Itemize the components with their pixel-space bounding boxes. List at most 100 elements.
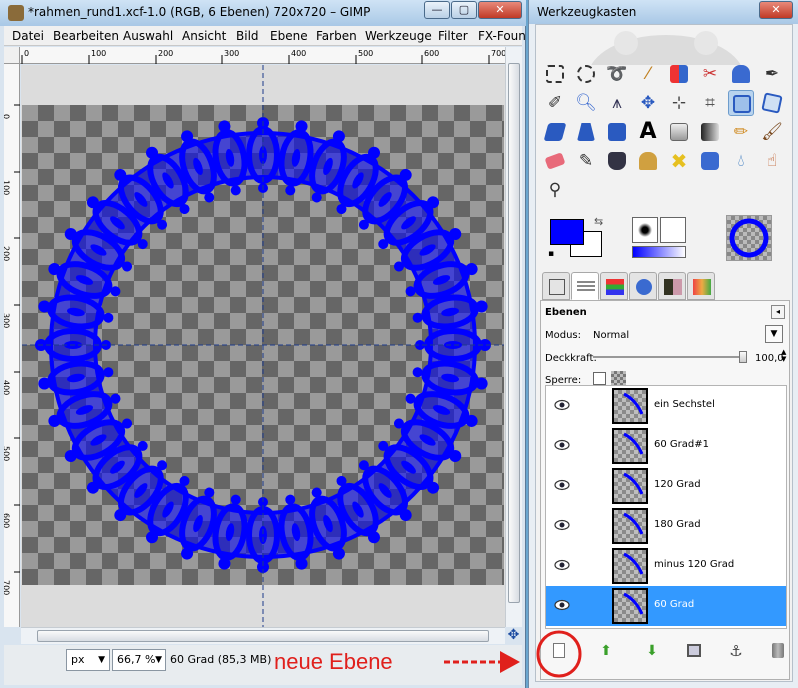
minimize-button[interactable]: — — [424, 1, 450, 19]
tab-patterns[interactable] — [658, 272, 686, 300]
toolbox-close-button[interactable]: ✕ — [759, 1, 793, 19]
heal-tool[interactable]: ✖ — [666, 148, 692, 174]
opacity-value[interactable]: 100,0 — [755, 353, 784, 364]
layer-row[interactable]: minus 120 Grad — [546, 546, 786, 586]
flip-tool[interactable] — [604, 119, 630, 145]
clone-tool[interactable] — [635, 148, 661, 174]
delete-layer-button[interactable] — [765, 639, 791, 663]
menu-farben[interactable]: Farben — [316, 29, 357, 43]
image-canvas[interactable] — [21, 65, 505, 627]
horizontal-scrollbar[interactable] — [21, 627, 505, 644]
layer-chain-toggle[interactable] — [582, 434, 600, 458]
tab-channels[interactable] — [600, 272, 628, 300]
opacity-spin-icon[interactable]: ▲ ▼ — [781, 349, 786, 363]
brush-preview[interactable] — [632, 217, 658, 243]
perspective-clone-tool[interactable] — [697, 148, 723, 174]
layer-list[interactable]: ein Sechstel 60 Grad#1 120 Grad 180 Grad min… — [545, 385, 787, 629]
menu-bild[interactable]: Bild — [236, 29, 259, 43]
close-button[interactable]: ✕ — [478, 1, 522, 19]
eye-icon[interactable] — [554, 519, 570, 531]
layer-row[interactable]: 60 Grad#1 — [546, 426, 786, 466]
eye-icon[interactable] — [554, 599, 570, 611]
layer-chain-toggle[interactable] — [582, 554, 600, 578]
menu-fx-foundry[interactable]: FX-Foun — [478, 29, 526, 43]
lasso-tool[interactable]: ➰ — [604, 61, 630, 87]
blur-tool[interactable]: 💧︎ — [728, 148, 754, 174]
raise-layer-button[interactable]: ⬆ — [593, 639, 619, 663]
tab-history[interactable] — [687, 272, 715, 300]
tab-paths[interactable] — [629, 272, 657, 300]
rotate-tool[interactable] — [759, 90, 785, 116]
opacity-slider-handle[interactable] — [739, 351, 747, 363]
layer-row[interactable]: ein Sechstel — [546, 386, 786, 426]
rect-select-tool[interactable] — [542, 61, 568, 87]
horizontal-ruler[interactable]: 0 100 200 300 400 500 600 700 — [20, 47, 505, 64]
menu-ebene[interactable]: Ebene — [270, 29, 308, 43]
default-colors-icon[interactable]: ▪ — [548, 249, 554, 259]
paintbrush-tool[interactable]: 🖌︎ — [759, 119, 785, 145]
layer-chain-toggle[interactable] — [582, 514, 600, 538]
crop-tool[interactable]: ⌗ — [697, 90, 723, 116]
maximize-button[interactable]: ▢ — [451, 1, 477, 19]
active-image-preview[interactable] — [726, 215, 772, 261]
anchor-layer-button[interactable]: ⚓︎ — [723, 639, 749, 663]
horizontal-scroll-thumb[interactable] — [37, 630, 489, 642]
duplicate-layer-button[interactable] — [681, 639, 707, 663]
ellipse-select-tool[interactable] — [573, 61, 599, 87]
pattern-preview[interactable] — [660, 217, 686, 243]
opacity-slider[interactable] — [593, 351, 747, 363]
smudge-tool[interactable]: ☝ — [759, 148, 785, 174]
menu-datei[interactable]: Datei — [12, 29, 44, 43]
menu-werkzeuge[interactable]: Werkzeuge — [365, 29, 432, 43]
foreground-color-swatch[interactable] — [550, 219, 584, 245]
vertical-scroll-thumb[interactable] — [508, 63, 520, 603]
pencil-tool[interactable]: ✏ — [728, 119, 754, 145]
menu-bearbeiten[interactable]: Bearbeiten — [53, 29, 119, 43]
ink-tool[interactable] — [604, 148, 630, 174]
bucket-fill-tool[interactable] — [666, 119, 692, 145]
menu-auswahl[interactable]: Auswahl — [123, 29, 173, 43]
measure-tool[interactable]: ⩚ — [604, 90, 630, 116]
layer-row[interactable]: 60 Grad — [546, 586, 786, 626]
scale-tool[interactable] — [728, 90, 754, 116]
toolbox-titlebar[interactable]: Werkzeugkasten ✕ — [529, 0, 798, 24]
gradient-preview[interactable] — [632, 246, 686, 258]
dodge-burn-tool[interactable]: ⚲ — [542, 177, 568, 203]
vertical-ruler[interactable]: 0 100 200 300 400 500 600 700 — [4, 64, 20, 627]
airbrush-tool[interactable]: ✎ — [573, 148, 599, 174]
layer-row[interactable]: 120 Grad — [546, 466, 786, 506]
align-tool[interactable]: ⊹ — [666, 90, 692, 116]
zoom-tool[interactable]: 🔍︎ — [573, 90, 599, 116]
swap-colors-icon[interactable]: ⇆ — [594, 215, 603, 228]
layer-chain-toggle[interactable] — [582, 474, 600, 498]
move-tool[interactable]: ✥ — [635, 90, 661, 116]
navigate-icon[interactable]: ✥ — [505, 627, 522, 644]
menu-ansicht[interactable]: Ansicht — [182, 29, 226, 43]
lower-layer-button[interactable]: ⬇ — [639, 639, 665, 663]
layer-chain-toggle[interactable] — [582, 394, 600, 418]
menu-filter[interactable]: Filter — [438, 29, 468, 43]
unit-select[interactable]: px ▼ — [66, 649, 110, 671]
scissors-tool[interactable]: ✂ — [697, 61, 723, 87]
fuzzy-select-tool[interactable]: ⁄ — [635, 61, 661, 87]
foreground-select-tool[interactable] — [728, 61, 754, 87]
text-tool[interactable]: A — [635, 119, 661, 145]
perspective-tool[interactable] — [573, 119, 599, 145]
vertical-scrollbar[interactable] — [505, 47, 522, 627]
paths-tool[interactable]: ✒ — [759, 61, 785, 87]
eraser-tool[interactable] — [542, 148, 568, 174]
lock-pixels-checkbox[interactable] — [593, 372, 606, 385]
shear-tool[interactable] — [542, 119, 568, 145]
eye-icon[interactable] — [554, 559, 570, 571]
mode-select[interactable]: Normal ▼ — [591, 325, 785, 345]
zoom-select[interactable]: 66,7 % ▼ — [112, 649, 166, 671]
layer-chain-toggle[interactable] — [582, 594, 600, 618]
tab-tool-options[interactable] — [542, 272, 570, 300]
eye-icon[interactable] — [554, 479, 570, 491]
blend-tool[interactable] — [697, 119, 723, 145]
eye-icon[interactable] — [554, 439, 570, 451]
dock-menu-icon[interactable]: ◂ — [771, 305, 785, 319]
color-select-tool[interactable] — [666, 61, 692, 87]
eye-icon[interactable] — [554, 399, 570, 411]
color-picker-tool[interactable]: ✐ — [542, 90, 568, 116]
